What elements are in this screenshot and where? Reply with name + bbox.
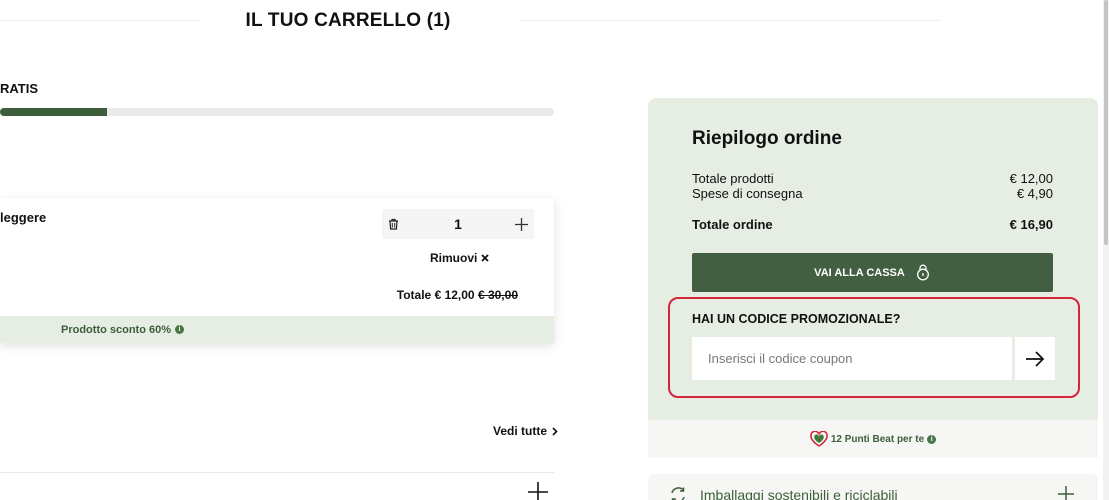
expand-plus-icon[interactable] [527,481,549,500]
summary-shipping-label: Spese di consegna [692,186,803,201]
see-all-link[interactable]: Vedi tutte [493,424,558,438]
close-icon [481,254,489,262]
summary-products-value: € 12,00 [1009,171,1053,186]
promo-submit-button[interactable] [1015,337,1055,380]
see-all-label: Vedi tutte [493,424,548,438]
heart-icon [809,431,828,447]
section-divider [0,472,554,473]
loyalty-points-bar: 12 Punti Beat per te i [648,420,1098,458]
discount-label: Prodotto sconto 60% i [61,323,185,336]
item-total: Totale € 12,00 € 30,00 [397,288,518,302]
free-shipping-progress [0,108,554,116]
promo-code-input[interactable] [692,337,1012,380]
info-icon[interactable]: i [175,325,185,334]
summary-shipping-row: Spese di consegna € 4,90 [692,186,1053,201]
remove-item-button[interactable]: Rimuovi [430,251,489,265]
summary-products-label: Totale prodotti [692,171,774,186]
free-shipping-message: RATIS [0,81,39,96]
recycle-icon [671,487,685,500]
promo-code-section: HAI UN CODICE PROMOZIONALE? [668,297,1080,398]
plus-icon [1058,486,1074,500]
scrollbar-thumb[interactable] [1104,0,1108,245]
arrow-right-icon [1026,350,1045,367]
quantity-stepper: 1 [382,209,534,239]
page-scrollbar[interactable] [1103,0,1109,500]
promo-code-title: HAI UN CODICE PROMOZIONALE? [692,312,901,326]
summary-total-label: Totale ordine [692,217,773,232]
points-info-icon[interactable]: i [927,434,937,444]
item-total-price: Totale € 12,00 [396,288,475,302]
increase-quantity-button[interactable] [510,213,532,235]
order-summary-panel: Riepilogo ordine Totale prodotti € 12,00… [648,98,1098,420]
remove-item-label: Rimuovi [430,251,478,265]
free-shipping-progress-fill [0,108,107,116]
loyalty-points-text: 12 Punti Beat per te [830,433,925,445]
summary-total-value: € 16,90 [1009,217,1053,232]
discount-strip: Prodotto sconto 60% i [0,316,554,343]
plus-icon [514,217,528,231]
chevron-right-icon [552,426,558,436]
lock-icon [916,264,929,281]
summary-shipping-value: € 4,90 [1016,186,1053,201]
item-original-price: € 30,00 [477,288,518,302]
checkout-label: VAI ALLA CASSA [814,266,905,279]
order-summary-title: Riepilogo ordine [692,128,842,149]
checkout-button[interactable]: VAI ALLA CASSA [692,253,1053,292]
summary-total-row: Totale ordine € 16,90 [692,217,1053,232]
summary-products-row: Totale prodotti € 12,00 [692,171,1053,186]
cart-item-name: leggere [0,210,47,225]
sustainable-packaging-text: Imballaggi sostenibili e riciclabili [700,487,898,500]
page-title: IL TUO CARRELLO (1) [245,10,451,31]
discount-text: Prodotto sconto 60% [61,323,172,336]
cart-item-card: leggere 1 Rimuovi Totale € 12,00 € 30,00… [0,198,554,343]
sustainable-packaging-bar[interactable]: Imballaggi sostenibili e riciclabili [648,474,1098,500]
